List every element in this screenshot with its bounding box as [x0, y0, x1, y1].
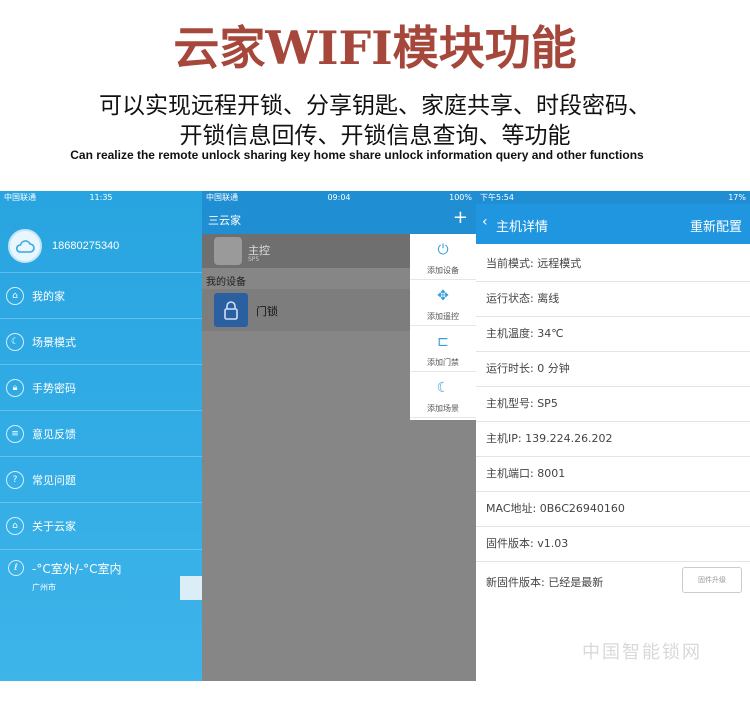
home-icon: ⌂ [6, 286, 24, 305]
menu-item-gesture-password[interactable]: 🔒︎ 手势密码 [0, 364, 202, 410]
feedback-icon: ≡ [6, 424, 24, 443]
door-lock-icon [214, 293, 248, 327]
banner-english: Can realize the remote unlock sharing ke… [70, 148, 644, 162]
status-bar: 中国联通 09:04 100% [202, 191, 476, 204]
weather-city: 广州市 [32, 583, 56, 592]
info-row-new-firmware: 新固件版本: 已经是最新 固件升级 [476, 562, 750, 604]
menu-item-label: 常见问题 [32, 473, 76, 487]
weather-widget: ℓ -°C室外/-°C室内 广州市 [0, 549, 202, 601]
menu-item-label: 场景模式 [32, 335, 76, 349]
menu-item-feedback[interactable]: ≡ 意见反馈 [0, 410, 202, 456]
clock-label: 11:35 [89, 193, 113, 202]
popup-item-add-device[interactable]: ⏻ 添加设备 [410, 234, 476, 280]
app-header: 三云家 + [202, 204, 476, 234]
popup-item-label: 添加场景 [427, 404, 459, 413]
thermometer-icon: ℓ [8, 560, 24, 576]
host-device-icon [214, 237, 242, 265]
question-icon: ? [6, 470, 24, 489]
menu-item-label: 手势密码 [32, 381, 76, 395]
device-name: 门锁 [256, 305, 278, 318]
info-row-firmware: 固件版本: v1.03 [476, 527, 750, 562]
menu-item-label: 意见反馈 [32, 427, 76, 441]
lock-icon: 🔒︎ [6, 378, 24, 397]
info-row-status: 运行状态: 离线 [476, 282, 750, 317]
popup-item-label: 添加设备 [427, 266, 459, 275]
host-model: SP5 [248, 256, 260, 263]
remote-icon: ✥ [437, 288, 449, 304]
banner-title: 云家WIFI模块功能 [173, 21, 577, 75]
menu-item-about[interactable]: ⌂ 关于云家 [0, 502, 202, 548]
moon-icon: ☾ [436, 380, 450, 396]
banner-subtitle-line2: 开锁信息回传、开锁信息查询、等功能 [179, 123, 571, 149]
menu-item-faq[interactable]: ? 常见问题 [0, 456, 202, 502]
status-bar: 下午5:54 17% [476, 191, 750, 204]
menu-item-my-home[interactable]: ⌂ 我的家 [0, 272, 202, 318]
info-row-uptime: 运行时长: 0 分钟 [476, 352, 750, 387]
screen-host-details: 下午5:54 17% ‹ 主机详情 重新配置 当前模式: 远程模式 运行状态: … [476, 191, 750, 681]
menu-item-label: 关于云家 [32, 519, 76, 533]
info-row-ip: 主机IP: 139.224.26.202 [476, 422, 750, 457]
banner-subtitle-line1: 可以实现远程开锁、分享钥匙、家庭共享、时段密码、 [99, 93, 651, 119]
info-row-temperature: 主机温度: 34℃ [476, 317, 750, 352]
back-chevron-icon[interactable]: ‹ [482, 214, 488, 230]
screen-device-list: 中国联通 09:04 100% 三云家 + 主控 SP5 我的设备 门锁 ⏻ 添… [202, 191, 476, 681]
screen-side-menu: 中国联通 11:35 18680275340 ⌂ 我的家 ☾ 场景模式 🔒︎ 手… [0, 191, 202, 681]
clock-label: 09:04 [327, 193, 351, 202]
popup-item-label: 添加门禁 [427, 358, 459, 367]
info-row-mode: 当前模式: 远程模式 [476, 247, 750, 282]
watermark: 中国智能锁网 [582, 642, 702, 663]
popup-item-label: 添加遥控 [427, 312, 459, 321]
app-header: ‹ 主机详情 重新配置 [476, 204, 750, 244]
info-icon: ⌂ [6, 516, 24, 535]
info-row-port: 主机端口: 8001 [476, 457, 750, 492]
section-title: 我的设备 [206, 277, 246, 288]
user-profile[interactable]: 18680275340 [8, 229, 119, 263]
menu-item-label: 我的家 [32, 289, 65, 303]
popup-item-add-access[interactable]: ⊏ 添加门禁 [410, 326, 476, 372]
clock-label: 下午5:54 [480, 193, 514, 202]
firmware-upgrade-button[interactable]: 固件升级 [682, 567, 742, 593]
menu-item-scene-mode[interactable]: ☾ 场景模式 [0, 318, 202, 364]
new-firmware-label: 新固件版本: 已经是最新 [486, 576, 604, 589]
user-phone: 18680275340 [52, 240, 120, 252]
add-popup-menu: ⏻ 添加设备 ✥ 添加遥控 ⊏ 添加门禁 ☾ 添加场景 [410, 234, 476, 420]
weather-flag-icon [180, 576, 202, 600]
door-icon: ⊏ [437, 334, 449, 350]
info-row-model: 主机型号: SP5 [476, 387, 750, 422]
reconfigure-button[interactable]: 重新配置 [690, 216, 742, 235]
app-title: 三云家 [208, 214, 241, 227]
weather-temp: -°C室外/-°C室内 [32, 562, 122, 576]
status-bar: 中国联通 11:35 [0, 191, 202, 204]
moon-icon: ☾ [6, 332, 24, 351]
power-icon: ⏻ [437, 242, 449, 258]
info-row-mac: MAC地址: 0B6C26940160 [476, 492, 750, 527]
battery-label: 17% [728, 193, 746, 202]
add-button[interactable]: + [453, 207, 468, 228]
page-title: 主机详情 [496, 220, 549, 235]
popup-item-add-scene[interactable]: ☾ 添加场景 [410, 372, 476, 418]
popup-item-add-remote[interactable]: ✥ 添加遥控 [410, 280, 476, 326]
cloud-avatar-icon [8, 229, 42, 263]
